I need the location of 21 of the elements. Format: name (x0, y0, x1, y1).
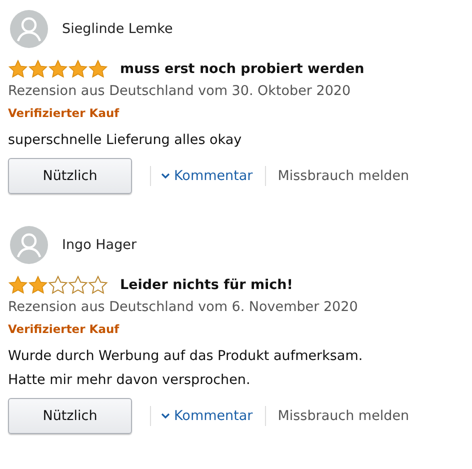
verified-purchase-label: Verifizierter Kauf (8, 322, 120, 336)
review-text: Wurde durch Werbung auf das Produkt aufmerksam. (8, 347, 364, 366)
report-abuse-link[interactable]: Missbrauch melden (278, 408, 410, 424)
review-title: Leider nichts für mich! (120, 277, 293, 293)
avatar-icon (10, 226, 48, 264)
comment-link[interactable]: Kommentar (161, 408, 253, 424)
report-abuse-link[interactable]: Missbrauch melden (278, 168, 410, 184)
comment-link[interactable]: Kommentar (161, 168, 253, 184)
helpful-button[interactable]: Nützlich (8, 398, 132, 434)
author-name: Sieglinde Lemke (62, 21, 173, 37)
author-name: Ingo Hager (62, 237, 137, 253)
review-text: Hatte mir mehr davon versprochen. (8, 371, 252, 390)
review-date: Rezension aus Deutschland vom 6. November 2020 (8, 299, 359, 315)
review-text: superschnelle Lieferung alles okay (8, 131, 243, 150)
chevron-down-icon (161, 173, 170, 179)
verified-purchase-label: Verifizierter Kauf (8, 106, 120, 120)
helpful-button[interactable]: Nützlich (8, 158, 132, 194)
review-date: Rezension aus Deutschland vom 30. Oktober 2020 (8, 83, 352, 99)
avatar-icon (10, 10, 48, 48)
review-title: muss erst noch probiert werden (120, 61, 364, 77)
chevron-down-icon (161, 413, 170, 419)
